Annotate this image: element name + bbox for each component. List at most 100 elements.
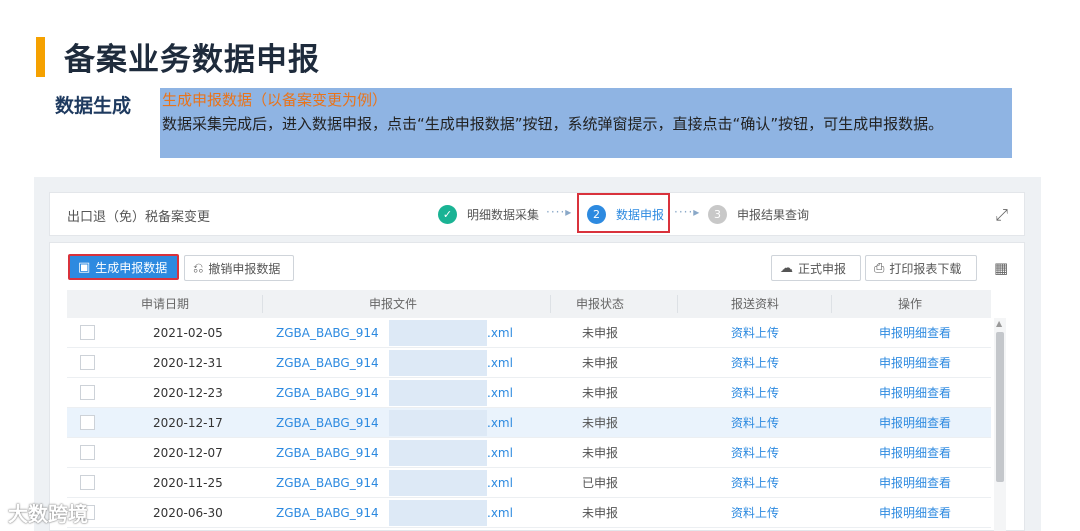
cancel-declaration-button[interactable]: ⎌ 撤销申报数据	[184, 255, 294, 281]
upload-materials-link[interactable]: 资料上传	[715, 378, 795, 408]
redaction-mask	[389, 470, 487, 496]
chart-icon: ▣	[78, 259, 91, 275]
instruction-box: 生成申报数据（以备案变更为例） 数据采集完成后，进入数据申报，点击“生成申报数据…	[160, 88, 1012, 158]
table-row[interactable]: 2020-11-25 ZGBA_BABG_914 .xml 已申报 资料上传 申…	[67, 468, 991, 498]
file-extension[interactable]: .xml	[487, 318, 513, 348]
file-link[interactable]: ZGBA_BABG_914	[276, 498, 379, 528]
file-extension[interactable]: .xml	[487, 408, 513, 438]
table-header: 申请日期 申报文件 申报状态 报送资料 操作	[67, 290, 991, 318]
scroll-thumb[interactable]	[996, 332, 1004, 482]
step-result-query[interactable]: 3 申报结果查询	[708, 205, 809, 224]
button-label: 撤销申报数据	[208, 261, 281, 276]
app-header: 出口退（免）税备案变更 ✓ 明细数据采集 ····▸ 2 数据申报 ····▸ …	[49, 192, 1025, 236]
cell-status: 未申报	[581, 506, 618, 520]
view-details-link[interactable]: 申报明细查看	[867, 318, 963, 348]
upload-materials-link[interactable]: 资料上传	[715, 498, 795, 528]
view-details-link[interactable]: 申报明细查看	[867, 438, 963, 468]
column-header-file[interactable]: 申报文件	[343, 290, 443, 318]
redaction-mask	[389, 500, 487, 526]
watermark-logo: 大数跨境	[8, 502, 88, 526]
title-accent-bar	[36, 37, 45, 77]
file-link[interactable]: ZGBA_BABG_914	[276, 378, 379, 408]
column-header-status[interactable]: 申报状态	[550, 290, 650, 318]
cell-date: 2020-12-23	[153, 386, 223, 400]
column-divider	[262, 295, 263, 313]
view-details-link[interactable]: 申报明细查看	[867, 498, 963, 528]
row-checkbox[interactable]	[80, 475, 95, 490]
cell-status: 未申报	[581, 386, 618, 400]
slide-title: 备案业务数据申报	[64, 42, 320, 78]
step-label: 申报结果查询	[737, 208, 810, 222]
column-divider	[831, 295, 832, 313]
cloud-upload-icon: ☁	[780, 260, 793, 276]
view-details-link[interactable]: 申报明细查看	[867, 378, 963, 408]
row-checkbox[interactable]	[80, 445, 95, 460]
check-icon: ✓	[438, 205, 457, 224]
table-row-selected[interactable]: 2020-12-17 ZGBA_BABG_914 .xml 未申报 资料上传 申…	[67, 408, 991, 438]
upload-materials-link[interactable]: 资料上传	[715, 438, 795, 468]
instruction-title: 生成申报数据（以备案变更为例）	[162, 91, 388, 109]
fullscreen-icon[interactable]: ⤢	[995, 205, 1008, 225]
file-extension[interactable]: .xml	[487, 378, 513, 408]
view-details-link[interactable]: 申报明细查看	[867, 348, 963, 378]
file-link[interactable]: ZGBA_BABG_914	[276, 468, 379, 498]
cell-status: 未申报	[581, 446, 618, 460]
column-settings-icon[interactable]: ▦	[994, 259, 1008, 277]
row-checkbox[interactable]	[80, 325, 95, 340]
table-scrollbar[interactable]: ▲	[994, 318, 1006, 531]
redaction-mask	[389, 380, 487, 406]
column-header-actions[interactable]: 操作	[860, 290, 960, 318]
redaction-mask	[389, 320, 487, 346]
column-header-materials[interactable]: 报送资料	[705, 290, 805, 318]
generate-declaration-button[interactable]: ▣ 生成申报数据	[68, 254, 179, 280]
redaction-mask	[389, 440, 487, 466]
cell-date: 2021-02-05	[153, 326, 223, 340]
file-extension[interactable]: .xml	[487, 438, 513, 468]
file-link[interactable]: ZGBA_BABG_914	[276, 318, 379, 348]
step-number: 3	[708, 205, 727, 224]
file-link[interactable]: ZGBA_BABG_914	[276, 408, 379, 438]
section-label: 数据生成	[55, 95, 132, 117]
cell-date: 2020-12-07	[153, 446, 223, 460]
column-divider	[677, 295, 678, 313]
table-row[interactable]: 2020-12-07 ZGBA_BABG_914 .xml 未申报 资料上传 申…	[67, 438, 991, 468]
button-label: 正式申报	[798, 261, 847, 276]
row-checkbox[interactable]	[80, 415, 95, 430]
cell-status: 未申报	[581, 416, 618, 430]
step-label: 明细数据采集	[467, 208, 540, 222]
row-checkbox[interactable]	[80, 385, 95, 400]
page-name: 出口退（免）税备案变更	[67, 210, 211, 225]
table-row[interactable]: 2021-02-05 ZGBA_BABG_914 .xml 未申报 资料上传 申…	[67, 318, 991, 348]
view-details-link[interactable]: 申报明细查看	[867, 408, 963, 438]
upload-materials-link[interactable]: 资料上传	[715, 408, 795, 438]
upload-materials-link[interactable]: 资料上传	[715, 348, 795, 378]
redaction-mask	[389, 350, 487, 376]
upload-materials-link[interactable]: 资料上传	[715, 318, 795, 348]
upload-materials-link[interactable]: 资料上传	[715, 468, 795, 498]
file-extension[interactable]: .xml	[487, 348, 513, 378]
step-detail-collection[interactable]: ✓ 明细数据采集	[438, 205, 539, 224]
row-checkbox[interactable]	[80, 355, 95, 370]
cell-date: 2020-06-30	[153, 506, 223, 520]
print-report-button[interactable]: ⎙ 打印报表下载	[865, 255, 977, 281]
scroll-up-icon[interactable]: ▲	[996, 319, 1002, 328]
table-row[interactable]: 2020-12-31 ZGBA_BABG_914 .xml 未申报 资料上传 申…	[67, 348, 991, 378]
file-extension[interactable]: .xml	[487, 468, 513, 498]
cell-date: 2020-11-25	[153, 476, 223, 490]
cell-status: 未申报	[581, 326, 618, 340]
file-link[interactable]: ZGBA_BABG_914	[276, 438, 379, 468]
printer-icon: ⎙	[874, 260, 885, 276]
file-link[interactable]: ZGBA_BABG_914	[276, 348, 379, 378]
file-extension[interactable]: .xml	[487, 498, 513, 528]
column-header-date[interactable]: 申请日期	[115, 290, 215, 318]
instruction-text: 数据采集完成后，进入数据申报，点击“生成申报数据”按钮，系统弹窗提示，直接点击“…	[162, 115, 944, 133]
step-highlight-box	[577, 193, 670, 233]
cell-status: 未申报	[581, 356, 618, 370]
cell-status: 已申报	[581, 476, 618, 490]
table-row[interactable]: 2020-06-30 ZGBA_BABG_914 .xml 未申报 资料上传 申…	[67, 498, 991, 528]
undo-icon: ⎌	[193, 260, 204, 276]
view-details-link[interactable]: 申报明细查看	[867, 468, 963, 498]
formal-submit-button[interactable]: ☁ 正式申报	[771, 255, 861, 281]
table-row[interactable]: 2020-12-23 ZGBA_BABG_914 .xml 未申报 资料上传 申…	[67, 378, 991, 408]
redaction-mask	[389, 410, 487, 436]
